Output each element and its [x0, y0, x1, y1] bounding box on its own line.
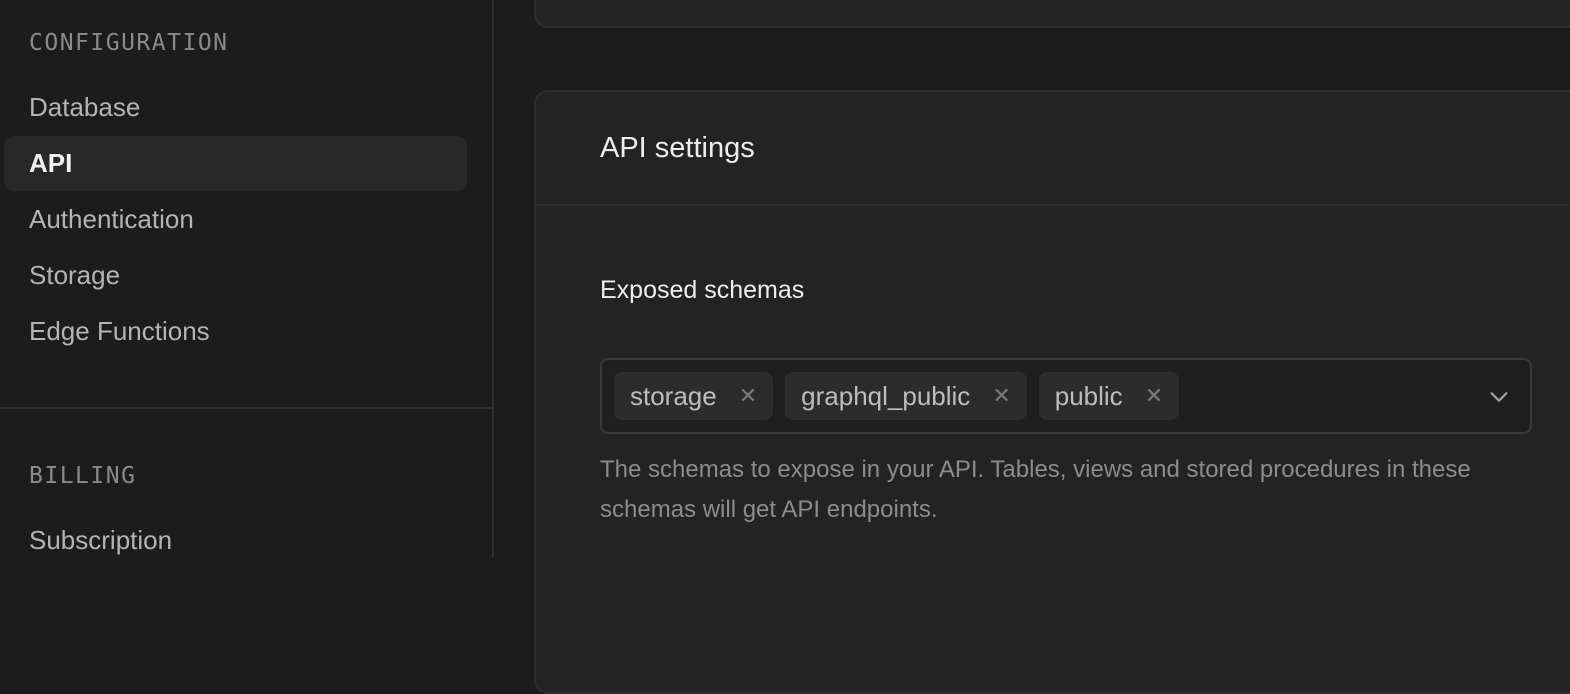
card-title: API settings — [536, 92, 1570, 206]
sidebar-item-authentication[interactable]: Authentication — [4, 192, 467, 247]
sidebar-item-label: Authentication — [29, 204, 194, 234]
schema-chip-public: public ✕ — [1038, 372, 1180, 420]
close-icon[interactable]: ✕ — [1145, 383, 1163, 409]
section-title-billing: BILLING — [29, 463, 137, 489]
close-icon[interactable]: ✕ — [739, 383, 757, 409]
close-icon[interactable]: ✕ — [992, 383, 1010, 409]
exposed-schemas-help-text: The schemas to expose in your API. Table… — [600, 456, 1471, 523]
schema-chip-graphql-public: graphql_public ✕ — [785, 372, 1027, 420]
sidebar-item-database[interactable]: Database — [4, 80, 467, 135]
sidebar-item-label: Edge Functions — [29, 316, 210, 346]
section-title-configuration: CONFIGURATION — [29, 30, 229, 56]
sidebar-item-label: Storage — [29, 260, 121, 290]
exposed-schemas-label: Exposed schemas — [600, 276, 805, 304]
sidebar-item-edge-functions[interactable]: Edge Functions — [4, 304, 467, 359]
chip-label: public — [1054, 380, 1123, 411]
sidebar-divider — [0, 407, 492, 409]
previous-card — [534, 0, 1570, 28]
chevron-down-icon[interactable] — [1488, 386, 1510, 408]
chip-label: graphql_public — [801, 380, 971, 411]
exposed-schemas-select[interactable]: storage ✕ graphql_public ✕ public ✕ — [600, 358, 1532, 434]
sidebar-item-label: Subscription — [29, 525, 173, 555]
api-settings-card: API settings Exposed schemas storage ✕ g… — [534, 90, 1570, 694]
sidebar-item-storage[interactable]: Storage — [4, 248, 467, 303]
sidebar-item-label: Database — [29, 92, 141, 122]
sidebar: CONFIGURATION Database API Authenticatio… — [0, 0, 494, 558]
schema-chip-storage: storage ✕ — [614, 372, 774, 420]
chip-label: storage — [630, 380, 717, 411]
main-content: API settings Exposed schemas storage ✕ g… — [494, 0, 1570, 694]
sidebar-item-subscription[interactable]: Subscription — [4, 513, 467, 568]
sidebar-item-api[interactable]: API — [4, 136, 467, 191]
sidebar-item-label: API — [29, 148, 73, 178]
